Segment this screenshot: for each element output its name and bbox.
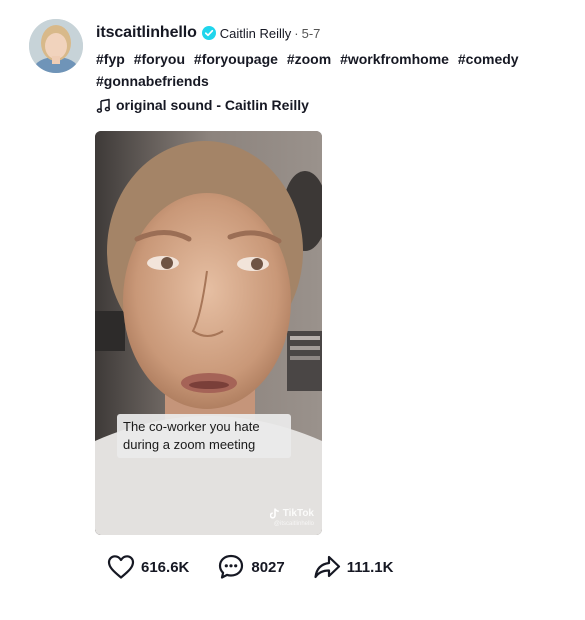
hashtag-fyp[interactable]: #fyp [96,51,125,67]
video-frame [95,131,322,535]
verified-badge-icon [201,26,216,40]
hashtag-workfromhome[interactable]: #workfromhome [340,51,449,67]
like-button[interactable]: 616.6K [107,554,189,580]
hashtag-foryoupage[interactable]: #foryoupage [194,51,278,67]
sound-label: original sound - Caitlin Reilly [116,97,309,113]
hashtag-foryou[interactable]: #foryou [134,51,185,67]
video-subtitle: The co-worker you hate during a zoom mee… [117,414,291,458]
comment-count: 8027 [251,558,285,576]
action-bar: 616.6K 8027 111.1K [107,553,421,581]
tiktok-watermark: TikTok @itscaitlinhello [269,508,314,527]
watermark-handle: @itscaitlinhello [273,521,314,527]
video-player[interactable]: The co-worker you hate during a zoom mee… [95,131,322,535]
like-count: 616.6K [141,558,190,576]
subtitle-line-1: The co-worker you hate [123,419,260,434]
hashtag-zoom[interactable]: #zoom [287,51,331,67]
watermark-brand: TikTok [282,508,314,519]
share-button[interactable]: 111.1K [313,554,394,580]
comment-button[interactable]: 8027 [217,553,285,581]
hashtag-comedy[interactable]: #comedy [458,51,519,67]
post-date: 5-7 [301,25,321,41]
post-caption: #fyp #foryou #foryoupage #zoom #workfrom… [96,48,536,92]
hashtag-gonnabefriends[interactable]: #gonnabefriends [96,73,209,89]
comment-icon [217,553,245,581]
display-name: Caitlin Reilly [219,25,292,41]
avatar[interactable] [29,19,83,73]
sound-link[interactable]: original sound - Caitlin Reilly [96,97,309,113]
username[interactable]: itscaitlinhello [96,24,197,42]
heart-icon [107,554,135,580]
share-arrow-icon [313,554,341,580]
separator-dot: · [294,25,299,41]
avatar-image [29,19,83,73]
music-note-icon [96,98,111,113]
tiktok-logo-icon [269,508,280,519]
subtitle-line-2: during a zoom meeting [123,437,256,452]
share-count: 111.1K [346,558,394,576]
post-header: itscaitlinhello Caitlin Reilly · 5-7 [96,24,320,42]
